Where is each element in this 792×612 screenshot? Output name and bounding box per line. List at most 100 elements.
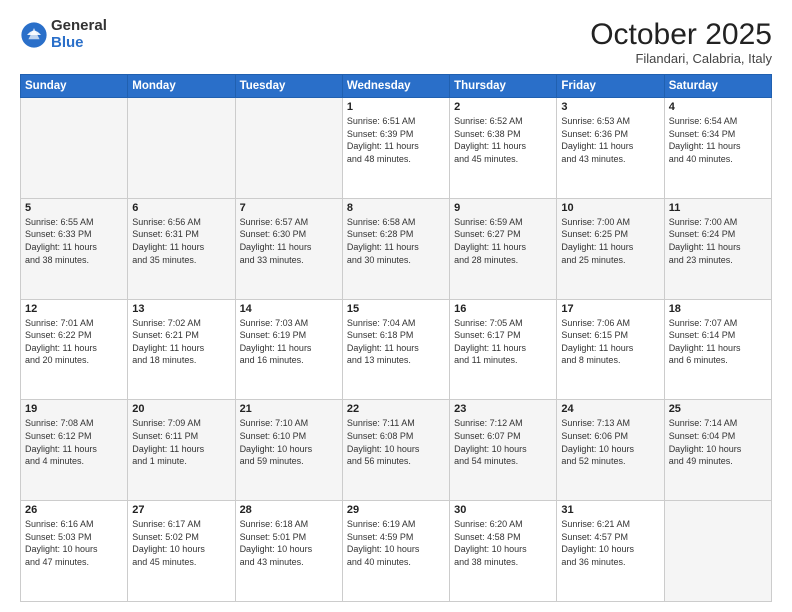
header-row: Sunday Monday Tuesday Wednesday Thursday… xyxy=(21,75,772,98)
logo-icon xyxy=(20,21,48,49)
day-cell: 24 Sunrise: 7:13 AM Sunset: 6:06 PM Dayli… xyxy=(557,400,664,501)
day-cell: 17Sunrise: 7:06 AM Sunset: 6:15 PM Dayli… xyxy=(557,299,664,400)
day-detail: Sunrise: 6:20 AM Sunset: 4:58 PM Dayligh… xyxy=(454,518,552,568)
day-cell xyxy=(664,501,771,602)
day-number: 14 xyxy=(240,303,338,315)
month-title: October 2025 xyxy=(590,18,772,51)
day-number: 28 xyxy=(240,504,338,516)
day-cell: 5 Sunrise: 6:55 AM Sunset: 6:33 PM Daylig… xyxy=(21,198,128,299)
day-detail: Sunrise: 7:12 AM Sunset: 6:07 PM Dayligh… xyxy=(454,417,552,467)
day-detail: Sunrise: 6:19 AM Sunset: 4:59 PM Dayligh… xyxy=(347,518,445,568)
col-friday: Friday xyxy=(557,75,664,98)
day-number: 7 xyxy=(240,202,338,214)
day-detail: Sunrise: 6:57 AM Sunset: 6:30 PM Dayligh… xyxy=(240,216,338,266)
day-number: 1 xyxy=(347,101,445,113)
day-cell: 31 Sunrise: 6:21 AM Sunset: 4:57 PM Dayli… xyxy=(557,501,664,602)
day-number: 16 xyxy=(454,303,552,315)
location: Filandari, Calabria, Italy xyxy=(590,51,772,66)
day-number: 20 xyxy=(132,403,230,415)
day-number: 30 xyxy=(454,504,552,516)
day-detail: Sunrise: 6:17 AM Sunset: 5:02 PM Dayligh… xyxy=(132,518,230,568)
day-detail: Sunrise: 7:03 AM Sunset: 6:19 PM Dayligh… xyxy=(240,317,338,367)
day-detail: Sunrise: 7:09 AM Sunset: 6:11 PM Dayligh… xyxy=(132,417,230,467)
day-number: 11 xyxy=(669,202,767,214)
day-number: 29 xyxy=(347,504,445,516)
day-number: 19 xyxy=(25,403,123,415)
day-cell: 19 Sunrise: 7:08 AM Sunset: 6:12 PM Dayli… xyxy=(21,400,128,501)
day-detail: Sunrise: 7:14 AM Sunset: 6:04 PM Dayligh… xyxy=(669,417,767,467)
day-cell: 18 Sunrise: 7:07 AM Sunset: 6:14 PM Dayli… xyxy=(664,299,771,400)
day-detail: Sunrise: 7:02 AM Sunset: 6:21 PM Dayligh… xyxy=(132,317,230,367)
day-cell: 15 Sunrise: 7:04 AM Sunset: 6:18 PM Dayli… xyxy=(342,299,449,400)
logo-general: General xyxy=(51,18,107,35)
day-number: 10 xyxy=(561,202,659,214)
day-cell: 4Sunrise: 6:54 AM Sunset: 6:34 PM Daylig… xyxy=(664,98,771,199)
day-detail: Sunrise: 7:05 AM Sunset: 6:17 PM Dayligh… xyxy=(454,317,552,367)
day-number: 18 xyxy=(669,303,767,315)
week-row-1: 1 Sunrise: 6:51 AM Sunset: 6:39 PM Daylig… xyxy=(21,98,772,199)
week-row-4: 19 Sunrise: 7:08 AM Sunset: 6:12 PM Dayli… xyxy=(21,400,772,501)
day-detail: Sunrise: 7:07 AM Sunset: 6:14 PM Dayligh… xyxy=(669,317,767,367)
day-cell: 25Sunrise: 7:14 AM Sunset: 6:04 PM Dayli… xyxy=(664,400,771,501)
day-number: 31 xyxy=(561,504,659,516)
day-number: 2 xyxy=(454,101,552,113)
day-detail: Sunrise: 6:21 AM Sunset: 4:57 PM Dayligh… xyxy=(561,518,659,568)
day-number: 27 xyxy=(132,504,230,516)
day-cell: 9 Sunrise: 6:59 AM Sunset: 6:27 PM Daylig… xyxy=(450,198,557,299)
day-cell: 16 Sunrise: 7:05 AM Sunset: 6:17 PM Dayli… xyxy=(450,299,557,400)
day-number: 24 xyxy=(561,403,659,415)
day-number: 13 xyxy=(132,303,230,315)
header: General Blue October 2025 Filandari, Cal… xyxy=(20,18,772,66)
logo: General Blue xyxy=(20,18,107,51)
day-number: 5 xyxy=(25,202,123,214)
day-cell: 8 Sunrise: 6:58 AM Sunset: 6:28 PM Daylig… xyxy=(342,198,449,299)
day-detail: Sunrise: 7:11 AM Sunset: 6:08 PM Dayligh… xyxy=(347,417,445,467)
day-cell: 21 Sunrise: 7:10 AM Sunset: 6:10 PM Dayli… xyxy=(235,400,342,501)
day-detail: Sunrise: 6:52 AM Sunset: 6:38 PM Dayligh… xyxy=(454,115,552,165)
day-number: 22 xyxy=(347,403,445,415)
day-cell: 30 Sunrise: 6:20 AM Sunset: 4:58 PM Dayli… xyxy=(450,501,557,602)
day-cell: 22 Sunrise: 7:11 AM Sunset: 6:08 PM Dayli… xyxy=(342,400,449,501)
week-row-3: 12 Sunrise: 7:01 AM Sunset: 6:22 PM Dayli… xyxy=(21,299,772,400)
day-number: 23 xyxy=(454,403,552,415)
day-detail: Sunrise: 7:13 AM Sunset: 6:06 PM Dayligh… xyxy=(561,417,659,467)
day-detail: Sunrise: 6:51 AM Sunset: 6:39 PM Dayligh… xyxy=(347,115,445,165)
day-number: 15 xyxy=(347,303,445,315)
day-detail: Sunrise: 6:59 AM Sunset: 6:27 PM Dayligh… xyxy=(454,216,552,266)
page: General Blue October 2025 Filandari, Cal… xyxy=(0,0,792,612)
day-cell: 23 Sunrise: 7:12 AM Sunset: 6:07 PM Dayli… xyxy=(450,400,557,501)
day-cell: 29 Sunrise: 6:19 AM Sunset: 4:59 PM Dayli… xyxy=(342,501,449,602)
day-number: 8 xyxy=(347,202,445,214)
day-number: 21 xyxy=(240,403,338,415)
day-cell: 26Sunrise: 6:16 AM Sunset: 5:03 PM Dayli… xyxy=(21,501,128,602)
day-cell: 6Sunrise: 6:56 AM Sunset: 6:31 PM Daylig… xyxy=(128,198,235,299)
day-detail: Sunrise: 6:18 AM Sunset: 5:01 PM Dayligh… xyxy=(240,518,338,568)
day-detail: Sunrise: 7:04 AM Sunset: 6:18 PM Dayligh… xyxy=(347,317,445,367)
col-saturday: Saturday xyxy=(664,75,771,98)
day-number: 9 xyxy=(454,202,552,214)
day-cell: 13 Sunrise: 7:02 AM Sunset: 6:21 PM Dayli… xyxy=(128,299,235,400)
day-detail: Sunrise: 6:56 AM Sunset: 6:31 PM Dayligh… xyxy=(132,216,230,266)
week-row-2: 5 Sunrise: 6:55 AM Sunset: 6:33 PM Daylig… xyxy=(21,198,772,299)
logo-blue: Blue xyxy=(51,35,107,52)
day-detail: Sunrise: 7:10 AM Sunset: 6:10 PM Dayligh… xyxy=(240,417,338,467)
day-detail: Sunrise: 7:08 AM Sunset: 6:12 PM Dayligh… xyxy=(25,417,123,467)
title-block: October 2025 Filandari, Calabria, Italy xyxy=(590,18,772,66)
day-detail: Sunrise: 6:58 AM Sunset: 6:28 PM Dayligh… xyxy=(347,216,445,266)
day-number: 26 xyxy=(25,504,123,516)
day-detail: Sunrise: 6:55 AM Sunset: 6:33 PM Dayligh… xyxy=(25,216,123,266)
day-detail: Sunrise: 7:01 AM Sunset: 6:22 PM Dayligh… xyxy=(25,317,123,367)
col-sunday: Sunday xyxy=(21,75,128,98)
calendar-table: Sunday Monday Tuesday Wednesday Thursday… xyxy=(20,74,772,602)
week-row-5: 26Sunrise: 6:16 AM Sunset: 5:03 PM Dayli… xyxy=(21,501,772,602)
day-cell: 12 Sunrise: 7:01 AM Sunset: 6:22 PM Dayli… xyxy=(21,299,128,400)
day-cell: 7 Sunrise: 6:57 AM Sunset: 6:30 PM Daylig… xyxy=(235,198,342,299)
day-number: 12 xyxy=(25,303,123,315)
day-cell xyxy=(21,98,128,199)
day-detail: Sunrise: 6:53 AM Sunset: 6:36 PM Dayligh… xyxy=(561,115,659,165)
day-cell: 2 Sunrise: 6:52 AM Sunset: 6:38 PM Daylig… xyxy=(450,98,557,199)
col-monday: Monday xyxy=(128,75,235,98)
day-number: 4 xyxy=(669,101,767,113)
day-cell: 14 Sunrise: 7:03 AM Sunset: 6:19 PM Dayli… xyxy=(235,299,342,400)
day-number: 3 xyxy=(561,101,659,113)
